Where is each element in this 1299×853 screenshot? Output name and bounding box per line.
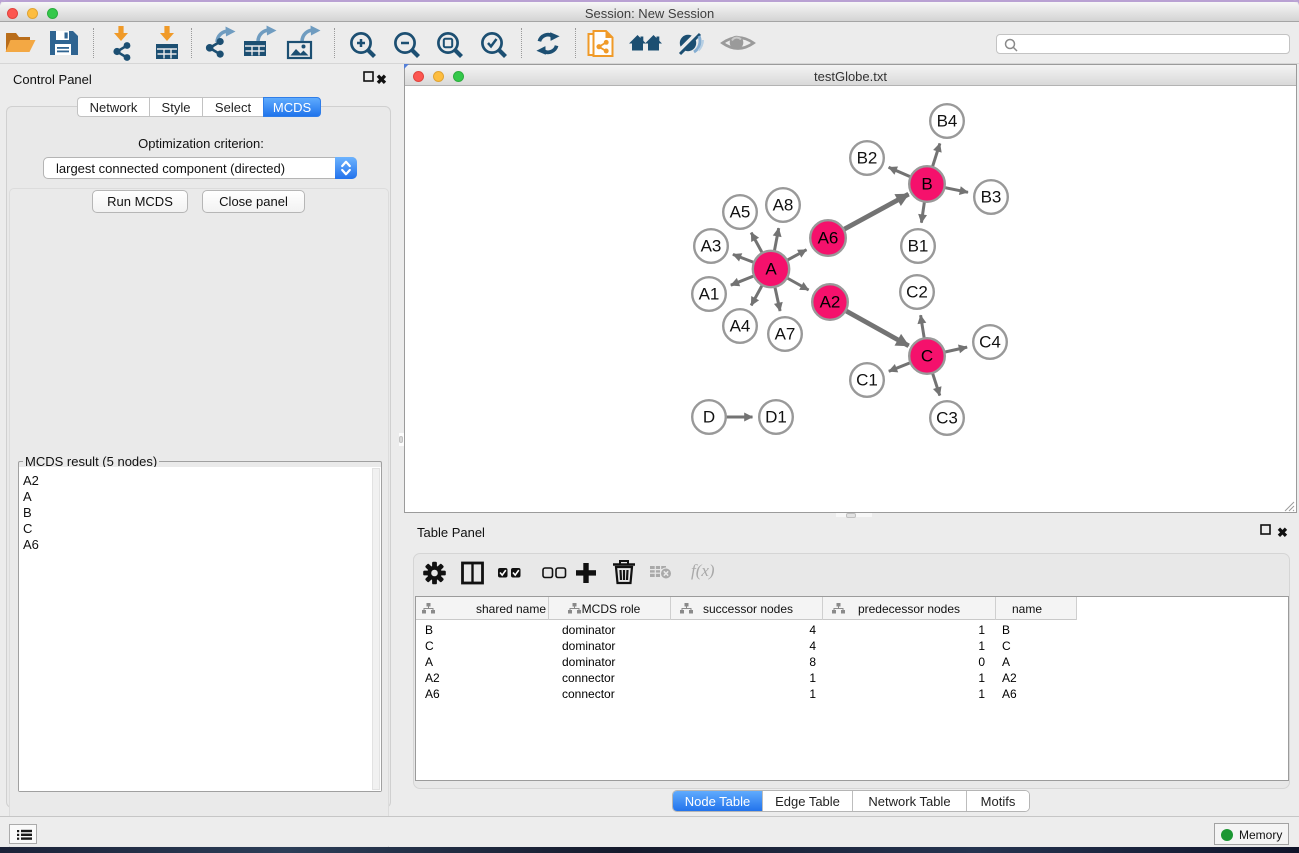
svg-text:A8: A8 bbox=[773, 196, 794, 215]
svg-text:B: B bbox=[921, 175, 932, 194]
svg-text:A3: A3 bbox=[701, 237, 722, 256]
svg-text:A6: A6 bbox=[818, 229, 839, 248]
svg-text:D: D bbox=[703, 408, 715, 427]
svg-text:A5: A5 bbox=[730, 203, 751, 222]
svg-text:C4: C4 bbox=[979, 333, 1001, 352]
svg-text:D1: D1 bbox=[765, 408, 787, 427]
svg-text:A1: A1 bbox=[699, 285, 720, 304]
svg-text:C: C bbox=[921, 347, 933, 366]
svg-text:C3: C3 bbox=[936, 409, 958, 428]
svg-text:C2: C2 bbox=[906, 283, 928, 302]
svg-text:B1: B1 bbox=[908, 237, 929, 256]
svg-text:A: A bbox=[765, 260, 777, 279]
svg-text:A2: A2 bbox=[820, 293, 841, 312]
svg-text:B4: B4 bbox=[937, 112, 958, 131]
svg-text:B2: B2 bbox=[857, 149, 878, 168]
svg-text:A7: A7 bbox=[775, 325, 796, 344]
svg-text:C1: C1 bbox=[856, 371, 878, 390]
svg-text:A4: A4 bbox=[730, 317, 751, 336]
svg-text:B3: B3 bbox=[981, 188, 1002, 207]
